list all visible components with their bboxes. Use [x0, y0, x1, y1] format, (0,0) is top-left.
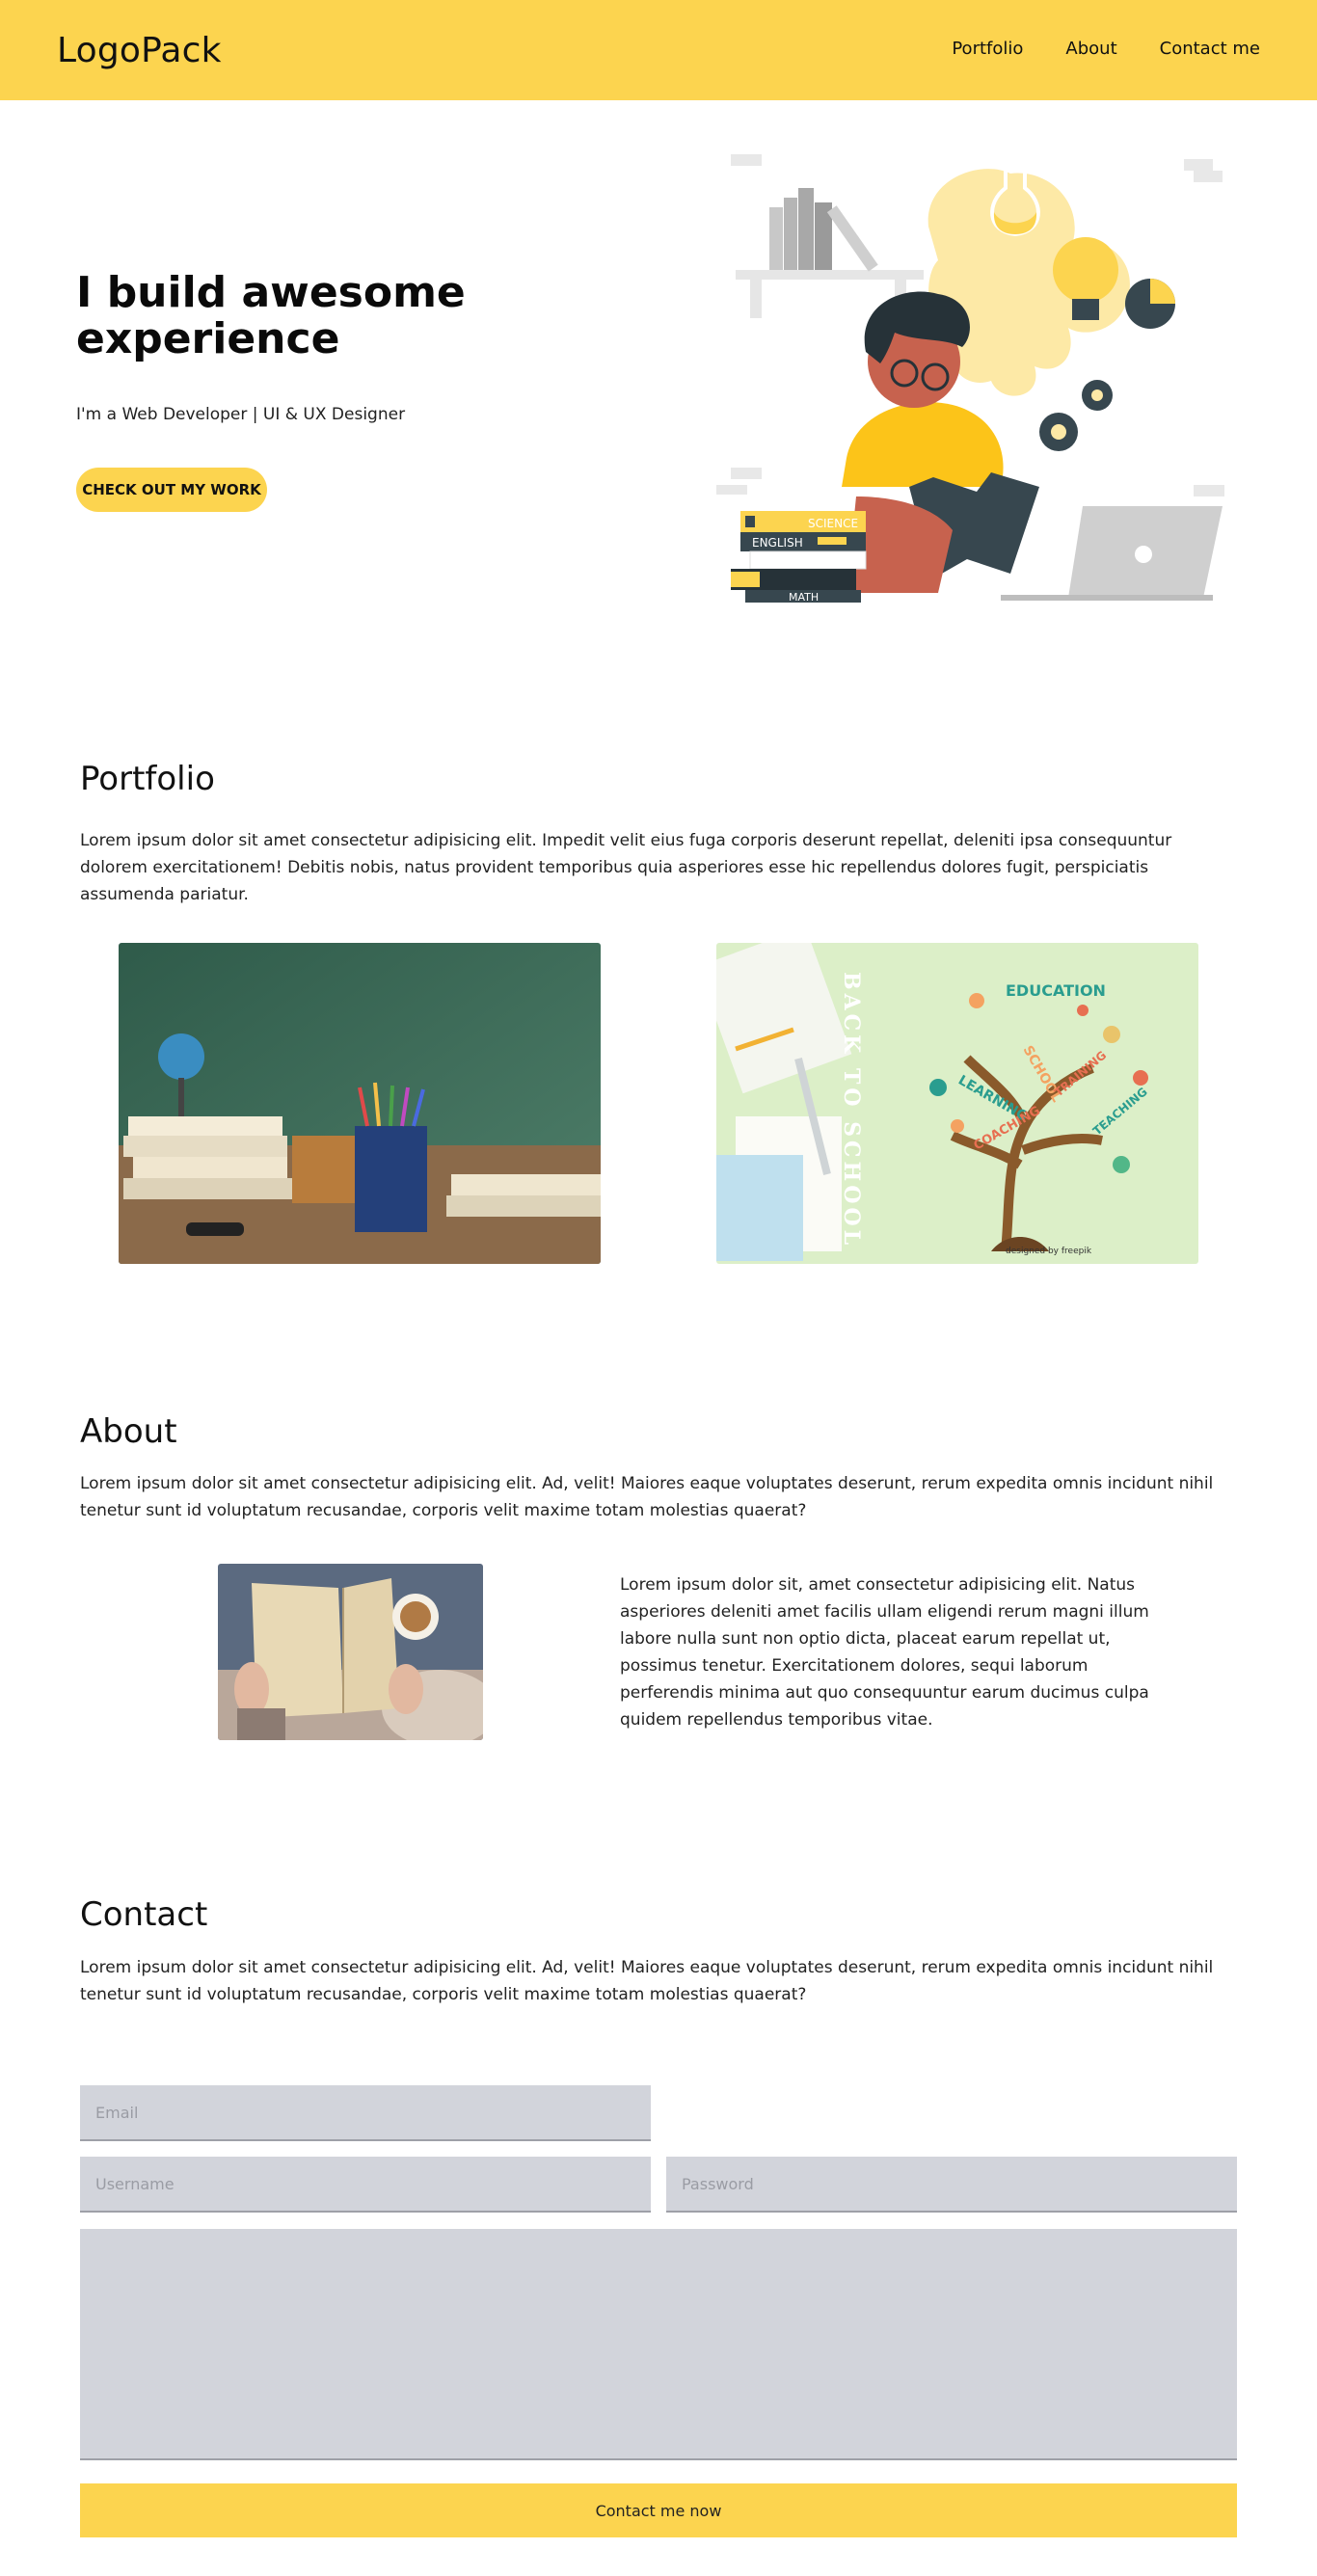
site-header: LogoPack Portfolio About Contact me [0, 0, 1317, 100]
svg-text:ENGLISH: ENGLISH [752, 536, 803, 550]
contact-text: Lorem ipsum dolor sit amet consectetur a… [80, 1958, 1214, 2004]
hero-title: I build awesome experience [76, 268, 466, 363]
hero-illustration: E = mc² SCIENCE ENGLISH MATH [716, 154, 1224, 603]
nav-portfolio[interactable]: Portfolio [952, 39, 1023, 59]
svg-text:EDUCATION: EDUCATION [1006, 981, 1106, 1000]
hero-subtitle: I'm a Web Developer | UI & UX Designer [76, 405, 406, 424]
about-side-text: Lorem ipsum dolor sit, amet consectetur … [620, 1575, 1149, 1730]
svg-text:designed by freepik: designed by freepik [1006, 1247, 1092, 1256]
svg-text:BACK TO SCHOOL: BACK TO SCHOOL [839, 972, 864, 1248]
portfolio-title: Portfolio [80, 760, 215, 798]
svg-text:E = mc²: E = mc² [1116, 345, 1170, 361]
logo[interactable]: LogoPack [57, 31, 222, 70]
main-nav: Portfolio About Contact me [952, 39, 1260, 59]
about-title: About [80, 1412, 177, 1451]
username-field[interactable] [80, 2157, 651, 2213]
contact-title: Contact [80, 1895, 208, 1934]
portfolio-image-books-pencils[interactable] [119, 943, 601, 1264]
svg-text:MATH: MATH [789, 591, 819, 603]
check-out-work-button[interactable]: CHECK OUT MY WORK [76, 468, 267, 512]
portfolio-text: Lorem ipsum dolor sit amet consectetur a… [80, 831, 1172, 904]
password-field[interactable] [666, 2157, 1237, 2213]
about-text: Lorem ipsum dolor sit amet consectetur a… [80, 1474, 1214, 1520]
contact-submit-button[interactable]: Contact me now [80, 2483, 1237, 2537]
nav-about[interactable]: About [1065, 39, 1116, 59]
message-textarea[interactable] [80, 2229, 1237, 2460]
svg-text:SCIENCE: SCIENCE [808, 517, 858, 530]
about-image-reading [218, 1564, 483, 1740]
email-field[interactable] [80, 2085, 651, 2141]
nav-contact[interactable]: Contact me [1160, 39, 1260, 59]
portfolio-image-back-to-school[interactable]: BACK TO SCHOOL EDUCATION SCHOOL LEARNING… [716, 943, 1198, 1264]
